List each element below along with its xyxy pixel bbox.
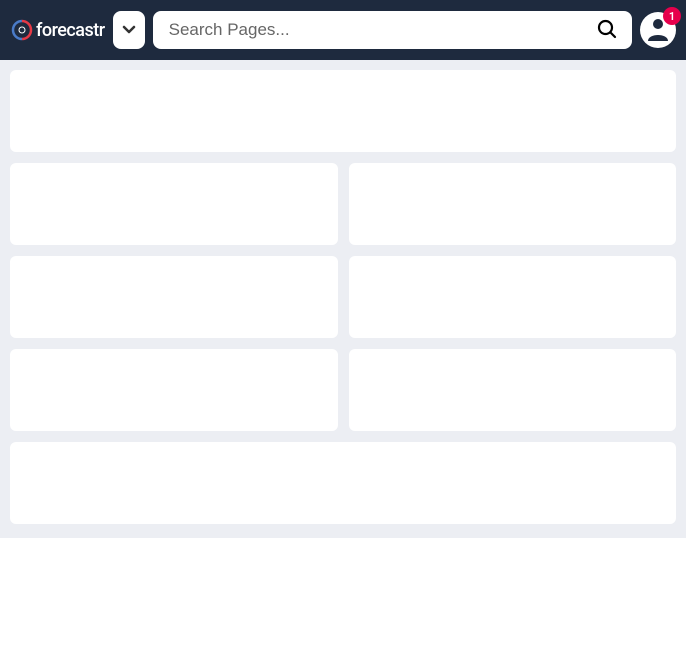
search-input[interactable]	[153, 11, 632, 49]
notification-badge: 1	[663, 7, 681, 25]
content-area	[0, 60, 686, 538]
logo-text: forecastr	[36, 20, 105, 41]
skeleton-card	[349, 163, 677, 245]
user-menu[interactable]: 1	[640, 12, 676, 48]
skeleton-card	[10, 70, 676, 152]
search-container	[153, 11, 632, 49]
skeleton-card	[349, 349, 677, 431]
search-icon	[596, 18, 618, 43]
app-header: forecastr	[0, 0, 686, 60]
chevron-down-icon	[121, 21, 137, 40]
nav-dropdown-button[interactable]	[113, 11, 145, 49]
skeleton-card	[10, 256, 338, 338]
skeleton-row	[10, 349, 676, 431]
skeleton-card	[10, 442, 676, 524]
skeleton-row	[10, 256, 676, 338]
skeleton-card	[10, 163, 338, 245]
logo[interactable]: forecastr	[10, 18, 105, 42]
search-button[interactable]	[590, 12, 624, 49]
skeleton-card	[349, 256, 677, 338]
logo-icon	[10, 18, 34, 42]
skeleton-card	[10, 349, 338, 431]
skeleton-row	[10, 163, 676, 245]
